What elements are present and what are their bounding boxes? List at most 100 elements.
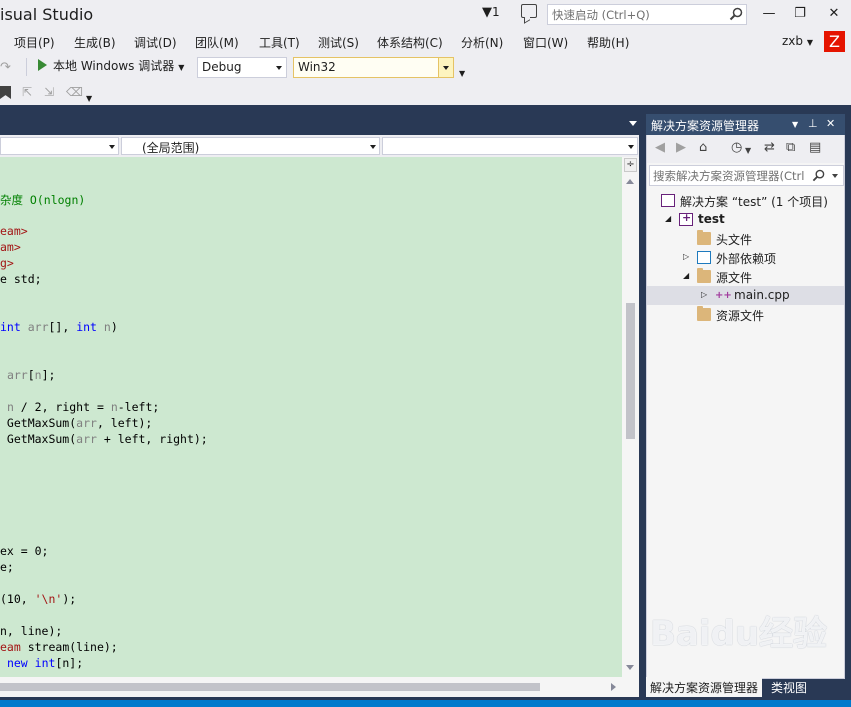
menu-architecture[interactable]: 体系结构(C) (377, 34, 443, 51)
feedback-icon[interactable] (521, 4, 537, 18)
avatar[interactable]: Z (824, 31, 845, 52)
menu-analyze[interactable]: 分析(N) (461, 34, 503, 51)
scroll-right-icon[interactable] (611, 683, 616, 691)
expanded-arrow-icon[interactable]: ◢ (683, 271, 691, 281)
code-token: + left, right); (96, 432, 208, 446)
configuration-value: Debug (202, 60, 242, 74)
tree-item-label: 源文件 (716, 271, 753, 285)
chevron-down-icon (628, 145, 634, 149)
menu-team[interactable]: 团队(M) (195, 34, 239, 51)
code-token: 杂度 O(nlogn) (0, 193, 86, 207)
platform-select[interactable]: Win32 (293, 57, 454, 78)
solution-explorer-title: 解决方案资源管理器 (651, 119, 760, 133)
forward-icon[interactable]: ▶ (676, 141, 686, 155)
status-bar (0, 700, 851, 707)
close-button[interactable]: ✕ (823, 4, 845, 24)
split-window-icon[interactable]: ÷ (624, 158, 637, 172)
member-select[interactable] (382, 137, 638, 155)
start-debugging-button[interactable]: 本地 Windows 调试器 ▼ (38, 57, 184, 77)
home-icon[interactable]: ⌂ (699, 141, 707, 155)
code-line: eam stream(line); (0, 640, 118, 654)
tab-solution-explorer[interactable]: 解决方案资源管理器 (646, 677, 763, 697)
project-scope-select[interactable] (0, 137, 119, 155)
pending-changes-icon[interactable]: ◷ (731, 141, 742, 155)
search-icon[interactable] (729, 7, 743, 21)
code-text-area[interactable]: 杂度 O(nlogn) eam> am> g> e std; int arr[], int… (0, 157, 622, 677)
solution-search-box[interactable] (649, 165, 844, 186)
code-token: ]; (41, 368, 56, 382)
clear-bookmarks-icon[interactable]: ⌫ (66, 85, 83, 99)
tree-item[interactable]: ▷ 外部依赖项 (647, 248, 844, 267)
chevron-down-icon[interactable] (832, 174, 838, 178)
code-token: int (34, 656, 56, 670)
global-scope-value: (全局范围) (142, 141, 200, 155)
play-icon (38, 59, 47, 71)
close-icon[interactable]: ✕ (826, 117, 835, 130)
configuration-select[interactable]: Debug (197, 57, 287, 78)
global-scope-select[interactable]: (全局范围) (121, 137, 380, 155)
user-menu[interactable]: zxb ▼ (782, 34, 813, 48)
collapsed-arrow-icon[interactable]: ▷ (701, 290, 709, 300)
notifications-button[interactable]: ▼1 (482, 5, 500, 20)
horizontal-scroll-thumb[interactable] (0, 683, 540, 691)
solution-search-input[interactable] (653, 168, 813, 184)
scroll-up-icon[interactable] (626, 179, 634, 184)
tree-item-label: 外部依赖项 (716, 252, 777, 266)
menu-tools[interactable]: 工具(T) (259, 34, 300, 51)
tab-class-view[interactable]: 类视图 (767, 677, 811, 697)
toolbar-overflow-icon[interactable]: ▼ (459, 69, 465, 78)
tree-item[interactable]: ◢ 源文件 (647, 267, 844, 286)
tree-item[interactable]: ◢ test (647, 210, 844, 229)
tree-item-label: 解决方案 “test” (1 个项目) (680, 195, 828, 209)
minimize-button[interactable]: — (758, 4, 780, 24)
code-token: g> (0, 256, 14, 270)
tree-item[interactable]: 解决方案 “test” (1 个项目) (647, 191, 844, 210)
quick-launch-input[interactable] (552, 7, 722, 23)
code-token: e std; (0, 272, 42, 286)
tree-item[interactable]: ▷ ++ main.cpp (647, 286, 844, 305)
folder-icon (697, 230, 711, 245)
scroll-down-icon[interactable] (626, 665, 634, 670)
debugger-label: 本地 Windows 调试器 (53, 59, 175, 73)
tree-item[interactable]: 资源文件 (647, 305, 844, 324)
chevron-down-icon[interactable]: ▼ (792, 120, 798, 129)
vertical-scrollbar[interactable]: ÷ (622, 157, 639, 683)
vertical-scroll-thumb[interactable] (626, 303, 635, 439)
horizontal-scrollbar[interactable] (0, 677, 622, 697)
toolbar-overflow-icon[interactable]: ▼ (86, 94, 92, 103)
back-icon[interactable]: ◀ (655, 141, 665, 155)
restore-button[interactable]: ❐ (789, 4, 811, 24)
tree-item-label: 资源文件 (716, 309, 765, 323)
platform-dropdown-button[interactable] (438, 58, 453, 77)
show-all-files-icon[interactable]: ▤ (809, 141, 821, 155)
menu-window[interactable]: 窗口(W) (523, 34, 568, 51)
code-line: ex = 0; (0, 544, 48, 558)
chevron-down-icon[interactable]: ▼ (745, 144, 751, 158)
menu-test[interactable]: 测试(S) (318, 34, 359, 51)
previous-bookmark-icon[interactable]: ⇱ (22, 85, 32, 99)
next-bookmark-icon[interactable]: ⇲ (44, 85, 54, 99)
sync-icon[interactable]: ⇄ (764, 141, 775, 155)
tree-item[interactable]: 头文件 (647, 229, 844, 248)
collapsed-arrow-icon (647, 195, 655, 205)
quick-launch-box[interactable] (547, 4, 747, 25)
chevron-down-icon[interactable] (629, 121, 637, 126)
redo-icon[interactable]: ↷ (0, 60, 11, 75)
collapsed-arrow-icon[interactable]: ▷ (683, 252, 691, 262)
menu-debug[interactable]: 调试(D) (134, 34, 177, 51)
collapse-all-icon[interactable]: ⧉ (786, 141, 795, 155)
expanded-arrow-icon[interactable]: ◢ (665, 214, 673, 224)
search-icon[interactable] (812, 169, 825, 182)
chevron-down-icon[interactable]: ▼ (178, 63, 184, 72)
menu-help[interactable]: 帮助(H) (587, 34, 629, 51)
code-token: ) (110, 320, 118, 334)
menu-build[interactable]: 生成(B) (74, 34, 116, 51)
baidu-watermark: Baidu经验 (650, 614, 828, 654)
menu-project[interactable]: 项目(P) (14, 34, 55, 51)
pin-icon[interactable]: ⊥ (808, 117, 818, 130)
bookmark-icon[interactable] (0, 86, 11, 99)
code-token: [ (27, 368, 35, 382)
